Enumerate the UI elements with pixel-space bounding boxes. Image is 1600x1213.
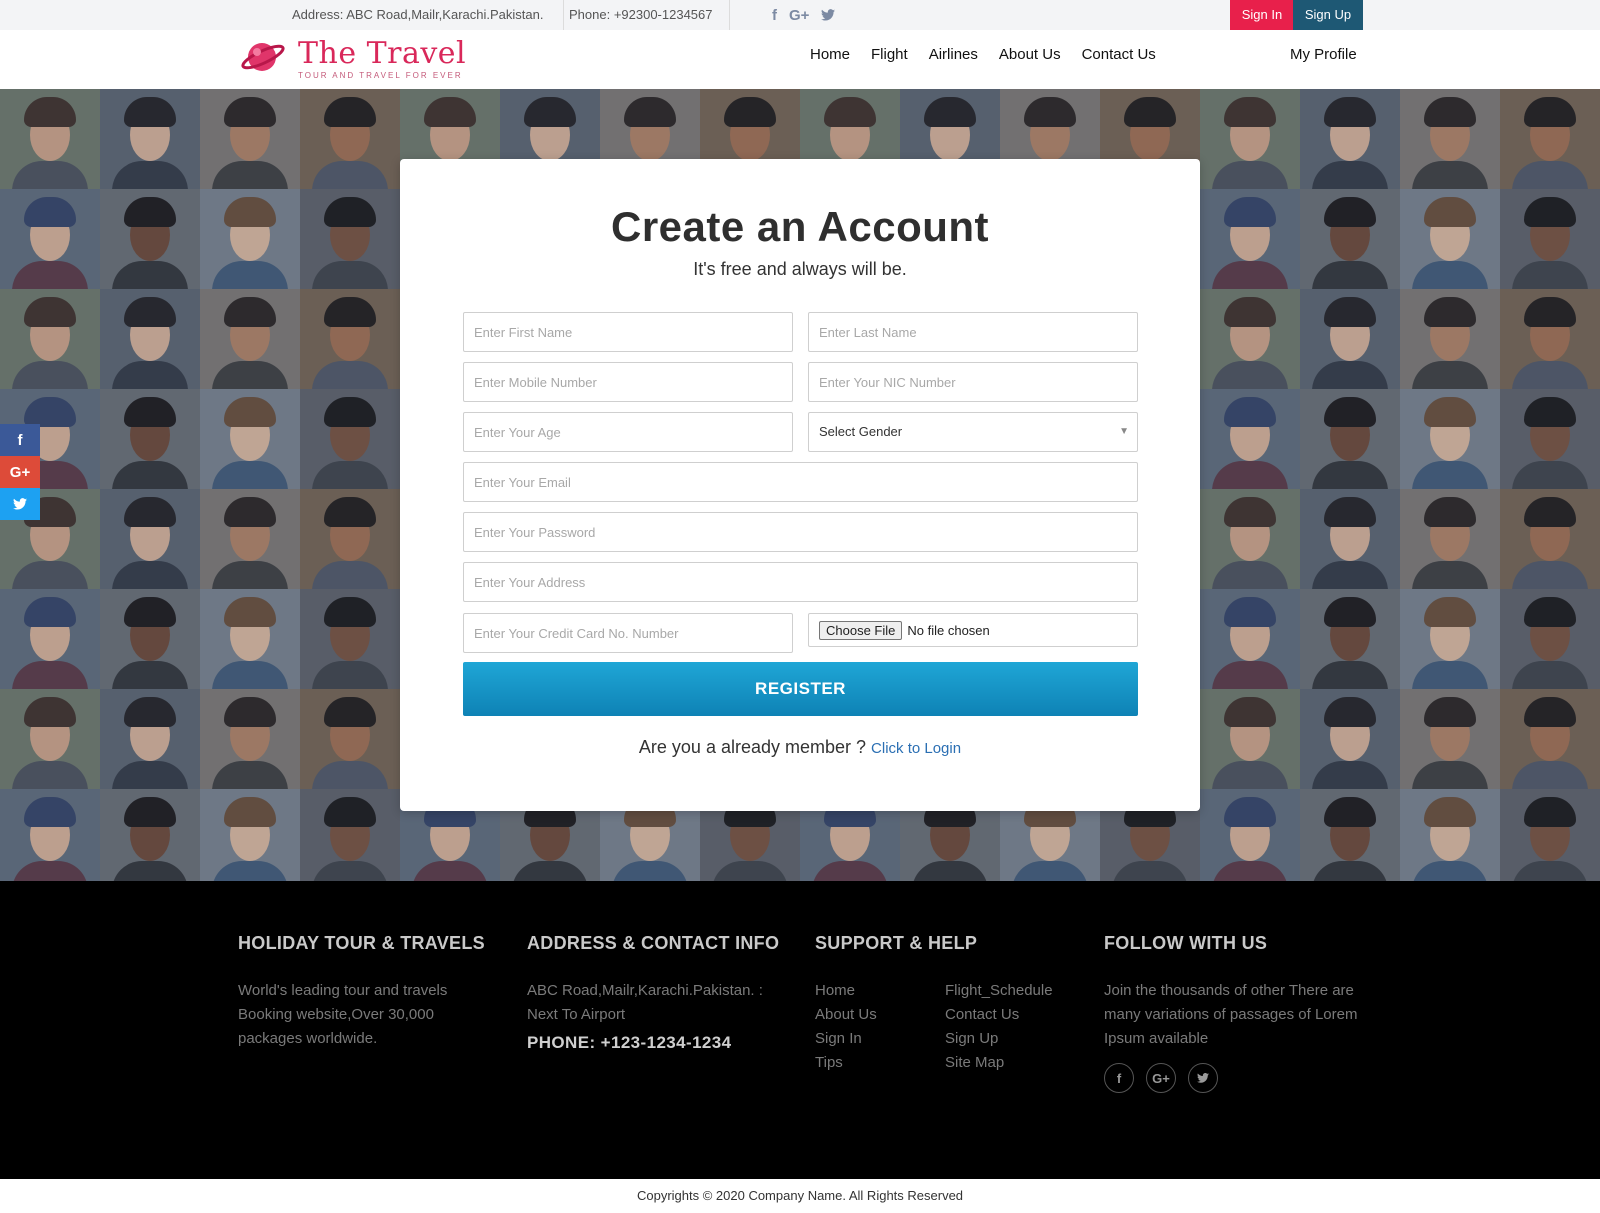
footer-follow-text: Join the thousands of other There are ma… [1104,982,1358,1047]
form-subtitle: It's free and always will be. [693,259,907,279]
choose-file-button[interactable]: Choose File [819,620,903,640]
footer-support: SUPPORT & HELP Home Flight_Schedule Abou… [815,933,1085,1075]
footer: HOLIDAY TOUR & TRAVELS World's leading t… [0,881,1600,1179]
twitter-icon[interactable] [821,9,836,21]
my-profile-link[interactable]: My Profile [1290,46,1357,63]
footer-link-sign-up[interactable]: Sign Up [945,1027,1075,1051]
footer-about-title: HOLIDAY TOUR & TRAVELS [238,933,485,953]
facebook-icon[interactable]: f [772,7,777,24]
footer-link-home[interactable]: Home [815,979,945,1003]
nic-number-input[interactable] [808,362,1138,402]
dropdown-arrow-icon: ▼ [1119,426,1129,437]
login-prompt: Are you a already member ? Click to Logi… [400,737,1200,758]
side-google-plus-icon[interactable]: G+ [0,456,40,488]
top-phone: Phone: +92300-1234567 [555,0,730,30]
footer-phone: PHONE: +123-1234-1234 [527,1033,732,1052]
footer-link-sign-in[interactable]: Sign In [815,1027,945,1051]
footer-about-text: World's leading tour and travels Booking… [238,982,448,1047]
form-title: Create an Account [610,203,990,250]
last-name-input[interactable] [808,312,1138,352]
brand: The Travel TOUR AND TRAVEL FOR EVER [298,36,467,81]
registration-card: Create an Account It's free and always w… [400,159,1200,811]
mobile-number-input[interactable] [463,362,793,402]
top-address: Address: ABC Road,Mailr,Karachi.Pakistan… [272,0,565,30]
footer-about: HOLIDAY TOUR & TRAVELS World's leading t… [238,933,488,1051]
nav-about-us[interactable]: About Us [999,46,1061,63]
footer-link-site-map[interactable]: Site Map [945,1051,1075,1075]
sign-in-button[interactable]: Sign In [1230,0,1294,30]
top-bar: Address: ABC Road,Mailr,Karachi.Pakistan… [0,0,1600,30]
first-name-input[interactable] [463,312,793,352]
gender-select[interactable]: Select Gender ▼ [808,412,1138,452]
file-status: No file chosen [907,622,990,638]
footer-follow-title: FOLLOW WITH US [1104,933,1268,953]
side-twitter-icon[interactable] [0,488,40,520]
side-facebook-icon[interactable]: f [0,424,40,456]
footer-contact-title: ADDRESS & CONTACT INFO [527,933,780,953]
password-input[interactable] [463,512,1138,552]
already-member-text: Are you a already member ? [638,737,867,757]
brand-tagline: TOUR AND TRAVEL FOR EVER [298,71,463,80]
footer-link-about-us[interactable]: About Us [815,1003,945,1027]
nav-flight[interactable]: Flight [871,46,908,63]
footer-contact: ADDRESS & CONTACT INFO ABC Road,Mailr,Ka… [527,933,787,1053]
age-input[interactable] [463,412,793,452]
top-socials: f G+ [772,0,836,30]
footer-follow: FOLLOW WITH US Join the thousands of oth… [1104,933,1369,1093]
footer-google-plus-icon[interactable]: G+ [1146,1063,1176,1093]
copyright: Copyrights © 2020 Company Name. All Righ… [0,1179,1600,1213]
email-input[interactable] [463,462,1138,502]
footer-link-tips[interactable]: Tips [815,1051,945,1075]
footer-link-contact-us[interactable]: Contact Us [945,1003,1075,1027]
footer-twitter-icon[interactable] [1188,1063,1218,1093]
file-upload: Choose File No file chosen [808,613,1138,647]
address-input[interactable] [463,562,1138,602]
footer-links: Home Flight_Schedule About Us Contact Us… [815,979,1085,1075]
footer-contact-address: ABC Road,Mailr,Karachi.Pakistan. : Next … [527,982,763,1023]
nav-contact-us[interactable]: Contact Us [1082,46,1156,63]
footer-support-title: SUPPORT & HELP [815,933,978,953]
login-link[interactable]: Click to Login [871,740,961,757]
footer-facebook-icon[interactable]: f [1104,1063,1134,1093]
google-plus-icon[interactable]: G+ [789,7,809,24]
brand-name: The Travel [298,36,467,71]
register-button[interactable]: REGISTER [463,662,1138,716]
logo[interactable]: The Travel TOUR AND TRAVEL FOR EVER [240,38,466,81]
footer-socials: f G+ [1104,1063,1369,1093]
side-social-bar: f G+ [0,424,40,520]
main-nav: Home Flight Airlines About Us Contact Us [810,46,1156,63]
footer-link-flight-schedule[interactable]: Flight_Schedule [945,979,1075,1003]
gender-select-value: Select Gender [819,424,903,439]
nav-airlines[interactable]: Airlines [929,46,978,63]
sign-up-button[interactable]: Sign Up [1293,0,1363,30]
planet-logo-icon [240,38,286,81]
credit-card-input[interactable] [463,613,793,653]
nav-home[interactable]: Home [810,46,850,63]
